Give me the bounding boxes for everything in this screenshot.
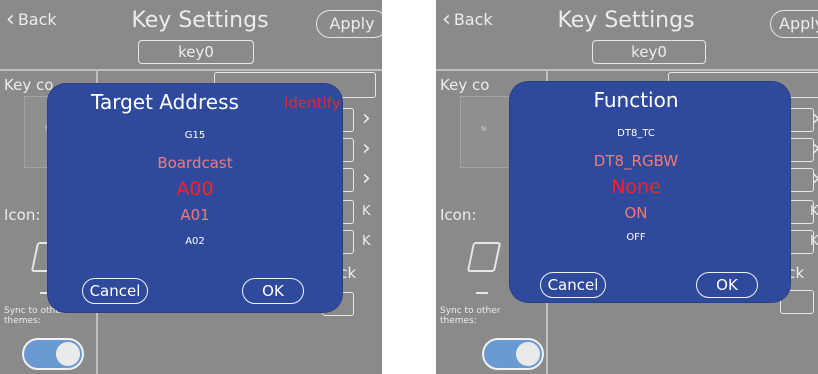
chevron-right-icon[interactable]: › xyxy=(812,108,818,130)
chevron-right-icon[interactable]: › xyxy=(362,108,371,130)
key-settings-screen-left: ‹ Back Key Settings key0 Apply Key co N … xyxy=(0,0,382,374)
ok-button[interactable]: OK xyxy=(696,272,758,298)
icon-label: Icon: xyxy=(4,206,41,224)
ok-button[interactable]: OK xyxy=(242,278,304,304)
sync-label: Sync to other themes: xyxy=(440,306,501,326)
toggle-knob xyxy=(516,342,540,366)
apply-button[interactable]: Apply xyxy=(316,10,382,38)
key-icon-preview[interactable] xyxy=(466,242,502,272)
preview-text: N xyxy=(481,125,487,133)
dash-icon xyxy=(476,292,488,294)
chevron-right-icon[interactable]: › xyxy=(362,168,371,190)
key-color-label: Key co xyxy=(440,76,490,94)
picker-option[interactable]: A01 xyxy=(48,206,342,224)
divider xyxy=(436,69,818,71)
dialog-title: Target Address xyxy=(91,90,239,114)
picker-option[interactable]: ON xyxy=(496,204,776,222)
target-address-dialog: Target Address Identify G15 Boardcast A0… xyxy=(48,84,342,312)
picker-option[interactable]: A02 xyxy=(48,236,342,247)
key-name-field[interactable]: key0 xyxy=(592,40,706,64)
key-settings-screen-right: ‹ Back Key Settings key0 Apply Key co N … xyxy=(436,0,818,374)
page-title: Key Settings xyxy=(557,8,695,33)
dialog-title: Function xyxy=(593,88,679,112)
key-k-label: K xyxy=(810,234,818,249)
picker-option[interactable]: DT8_RGBW xyxy=(496,152,776,170)
identify-button[interactable]: Identify xyxy=(284,94,341,112)
chevron-right-icon[interactable]: › xyxy=(812,168,818,190)
picker-option[interactable]: DT8_TC xyxy=(496,128,776,139)
divider xyxy=(0,69,382,71)
function-dialog: Function DT8_TC DT8_RGBW None ON OFF Can… xyxy=(510,82,790,302)
sync-toggle[interactable] xyxy=(482,338,544,370)
picker-option-selected[interactable]: A00 xyxy=(48,178,342,200)
picker-option[interactable]: G15 xyxy=(48,130,342,141)
picker-option[interactable]: OFF xyxy=(496,232,776,243)
key-name-field[interactable]: key0 xyxy=(138,40,254,64)
sync-toggle[interactable] xyxy=(22,338,84,370)
picker-option-selected[interactable]: None xyxy=(496,176,776,198)
key-k-label: K xyxy=(810,204,818,219)
key-k-label: K xyxy=(362,234,371,249)
chevron-right-icon[interactable]: › xyxy=(812,138,818,160)
key-k-label: K xyxy=(362,204,371,219)
chevron-right-icon[interactable]: › xyxy=(362,138,371,160)
picker-option[interactable]: Boardcast xyxy=(48,154,342,172)
cancel-button[interactable]: Cancel xyxy=(82,278,148,304)
apply-button[interactable]: Apply xyxy=(770,10,818,38)
toggle-knob xyxy=(56,342,80,366)
icon-label: Icon: xyxy=(440,206,477,224)
cancel-button[interactable]: Cancel xyxy=(540,272,606,298)
